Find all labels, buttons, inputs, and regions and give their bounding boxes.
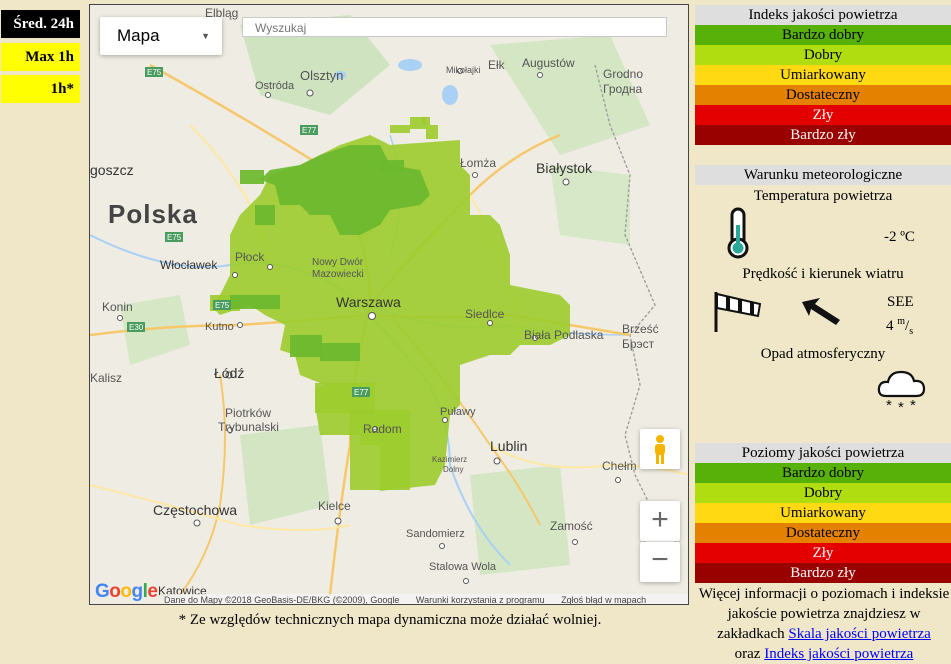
- city-label: Siedlce: [465, 307, 505, 321]
- map-search-input[interactable]: [242, 17, 667, 37]
- road-label: E30: [129, 323, 144, 332]
- period-max-1h[interactable]: Max 1h: [1, 43, 80, 71]
- snow-cloud-icon: * * *: [877, 370, 926, 414]
- road-label: E75: [215, 301, 230, 310]
- air-quality-index-legend: Indeks jakości powietrza Bardzo dobry Do…: [695, 5, 951, 145]
- google-logo[interactable]: Google: [95, 581, 158, 603]
- city-label: Łomża: [460, 156, 496, 170]
- city-label: Sandomierz: [406, 528, 465, 540]
- level-good: Dobry: [695, 483, 951, 503]
- index-level-moderate: Umiarkowany: [695, 65, 951, 85]
- air-quality-map[interactable]: E75 E77 E75 E75 E30 E77 Elbląg Olsztyn O…: [89, 4, 689, 605]
- city-label: Mazowiecki: [312, 269, 364, 280]
- map-performance-note: * Ze względów technicznych mapa dynamicz…: [178, 612, 602, 628]
- more-info-text: Więcej informacji o poziomach i indeksie…: [698, 586, 950, 662]
- wind-speed: 4 m/s: [886, 316, 914, 337]
- map-type-label: Mapa: [117, 26, 160, 45]
- city-label: Konin: [102, 300, 133, 314]
- svg-text:*: *: [898, 399, 904, 414]
- windsock-icon: [714, 292, 762, 332]
- city-label: Trybunalski: [218, 420, 279, 434]
- city-label: Grodno: [603, 67, 643, 81]
- terms-link[interactable]: Warunki korzystania z programu: [416, 595, 545, 604]
- city-label: Lublin: [490, 438, 527, 454]
- svg-text:*: *: [886, 397, 892, 414]
- map-data-credit: Dane do Mapy ©2018 GeoBasis-DE/BKG (©200…: [164, 595, 400, 605]
- city-label: Brześć: [622, 322, 659, 336]
- city-label: Брэст: [622, 337, 655, 351]
- level-very-bad: Bardzo zły: [695, 563, 951, 583]
- country-label: Polska: [108, 199, 198, 229]
- levels-legend-title: Poziomy jakości powietrza: [695, 443, 951, 463]
- road-label: E75: [167, 233, 182, 242]
- level-very-good: Bardzo dobry: [695, 463, 951, 483]
- report-error-link[interactable]: Zgłoś błąd w mapach: [561, 595, 646, 604]
- city-label: Olsztyn: [300, 68, 343, 83]
- index-level-good: Dobry: [695, 45, 951, 65]
- level-bad: Zły: [695, 543, 951, 563]
- index-link[interactable]: Indeks jakości powietrza: [764, 646, 913, 662]
- meteo-title: Warunku meteorologiczne: [695, 165, 951, 185]
- road-label: E77: [302, 126, 317, 135]
- map-attribution: Dane do Mapy ©2018 GeoBasis-DE/BKG (©200…: [164, 594, 688, 605]
- temperature-value: -2 ºC: [884, 229, 915, 245]
- map-type-dropdown[interactable]: Mapa ▼: [100, 17, 222, 55]
- road-label: E75: [147, 68, 162, 77]
- index-legend-title: Indeks jakości powietrza: [695, 5, 951, 25]
- air-quality-levels-legend: Poziomy jakości powietrza Bardzo dobry D…: [695, 443, 951, 583]
- city-label: Mikołajki: [446, 65, 481, 75]
- precipitation-label: Opad atmosferyczny: [760, 346, 886, 362]
- city-label: Гродна: [603, 82, 643, 96]
- city-label: Kutno: [205, 321, 234, 333]
- svg-text:*: *: [910, 397, 916, 414]
- zoom-in-button[interactable]: +: [640, 501, 680, 541]
- index-level-bad: Zły: [695, 105, 951, 125]
- city-label: Piotrków: [225, 406, 271, 420]
- city-label: Puławy: [440, 406, 476, 418]
- map-canvas[interactable]: E75 E77 E75 E75 E30 E77 Elbląg Olsztyn O…: [90, 5, 689, 605]
- wind-direction-arrow-icon: [802, 298, 840, 325]
- road-label: E77: [354, 388, 369, 397]
- chevron-down-icon: ▼: [201, 31, 210, 41]
- pegman-icon: [655, 435, 665, 464]
- city-label: Ełk: [488, 58, 506, 72]
- city-label: Radom: [363, 422, 402, 436]
- city-label: Dolny: [443, 465, 463, 474]
- city-label: Kalisz: [90, 371, 122, 385]
- index-level-very-bad: Bardzo zły: [695, 125, 951, 145]
- city-label: Białystok: [536, 160, 593, 176]
- level-moderate: Umiarkowany: [695, 503, 951, 523]
- city-label: Ostróda: [255, 80, 295, 92]
- city-label: Biała Podlaska: [524, 328, 604, 342]
- scale-link[interactable]: Skala jakości powietrza: [788, 626, 930, 642]
- city-label: Kazimierz: [432, 455, 467, 464]
- zoom-out-button[interactable]: −: [640, 542, 680, 582]
- street-view-button[interactable]: [640, 429, 680, 469]
- city-label: Łódź: [214, 365, 244, 381]
- city-label: Częstochowa: [153, 502, 237, 518]
- city-label: Warszawa: [336, 294, 401, 310]
- city-label: Kielce: [318, 499, 351, 513]
- temperature-label: Temperatura powietrza: [753, 188, 893, 204]
- index-level-very-good: Bardzo dobry: [695, 25, 951, 45]
- city-label: Chełm: [602, 459, 637, 473]
- city-label: Płock: [235, 250, 265, 264]
- wind-label: Prędkość i kierunek wiatru: [742, 266, 904, 282]
- period-24h-average[interactable]: Śred. 24h: [1, 10, 80, 38]
- city-label: Nowy Dwór: [312, 257, 364, 268]
- city-label: goszcz: [90, 162, 134, 178]
- period-1h[interactable]: 1h*: [1, 75, 80, 103]
- index-level-sufficient: Dostateczny: [695, 85, 951, 105]
- city-label: Augustów: [522, 56, 575, 70]
- city-label: Stalowa Wola: [429, 561, 497, 573]
- city-label: Włocławek: [160, 258, 218, 272]
- thermometer-icon: [727, 207, 749, 259]
- level-sufficient: Dostateczny: [695, 523, 951, 543]
- city-label: Zamość: [550, 519, 593, 533]
- wind-direction: SEE: [887, 294, 914, 310]
